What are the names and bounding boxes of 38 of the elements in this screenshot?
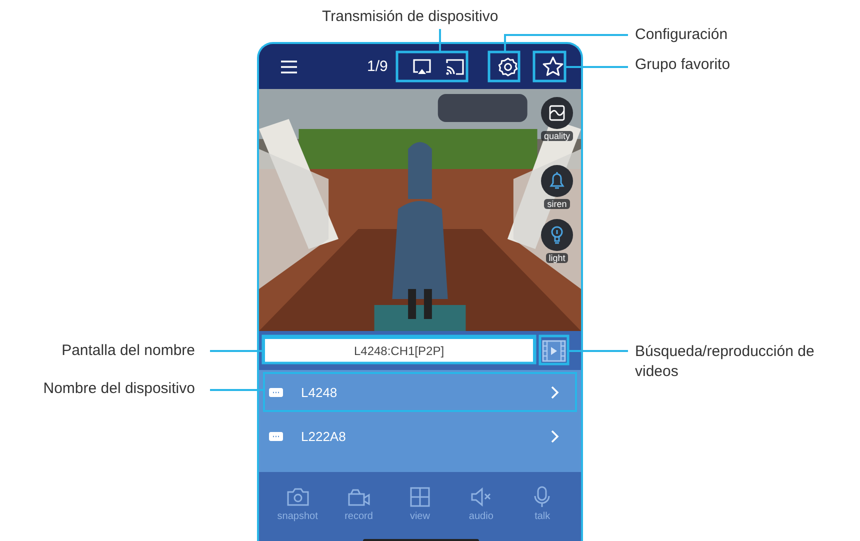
callout-label: Nombre del dispositivo [43,380,195,397]
highlight-frame [488,50,520,82]
camera-icon [286,486,310,508]
device-row[interactable]: L222A8 [263,416,577,456]
callout-label: Configuración [635,26,728,43]
highlight-frame [538,334,570,366]
callout-label: Grupo favorito [635,56,730,73]
toolbar-button[interactable]: snapshot [270,486,326,541]
settings-icon[interactable] [498,56,518,76]
chevron-right-icon [551,386,559,398]
toolbar-button[interactable]: record [330,486,387,541]
device-name: L4248 [301,384,338,400]
page-counter: 1/9 [367,58,389,75]
callout-label: Búsqueda/reproducción de videos [635,342,816,382]
quality-icon[interactable] [540,97,573,129]
menu-icon[interactable] [281,60,297,74]
grid-icon [408,486,432,508]
film-play-icon[interactable] [541,338,567,364]
mute-icon [469,486,494,508]
toolbar-button[interactable]: talk [514,486,570,541]
highlight-frame [532,50,566,82]
device-icon [269,432,283,440]
screen-mirror-icon[interactable] [412,58,432,74]
overlay-label: siren [544,199,570,209]
toolbar-button[interactable]: audio [453,486,510,541]
star-icon[interactable] [542,56,564,77]
device-row[interactable]: L4248 [263,372,577,412]
callout-label: Transmisión de dispositivo [322,8,498,25]
bulb-icon[interactable] [540,219,573,251]
overlay-label: quality [540,131,573,141]
chevron-right-icon [551,430,559,442]
toolbar-button[interactable]: view [392,486,448,541]
cast-icon[interactable] [444,58,464,74]
device-name: L222A8 [301,428,347,444]
callout-label: Pantalla del nombre [62,342,195,359]
overlay-label: light [546,253,568,263]
bell-icon[interactable] [540,165,573,197]
device-icon [269,388,283,396]
